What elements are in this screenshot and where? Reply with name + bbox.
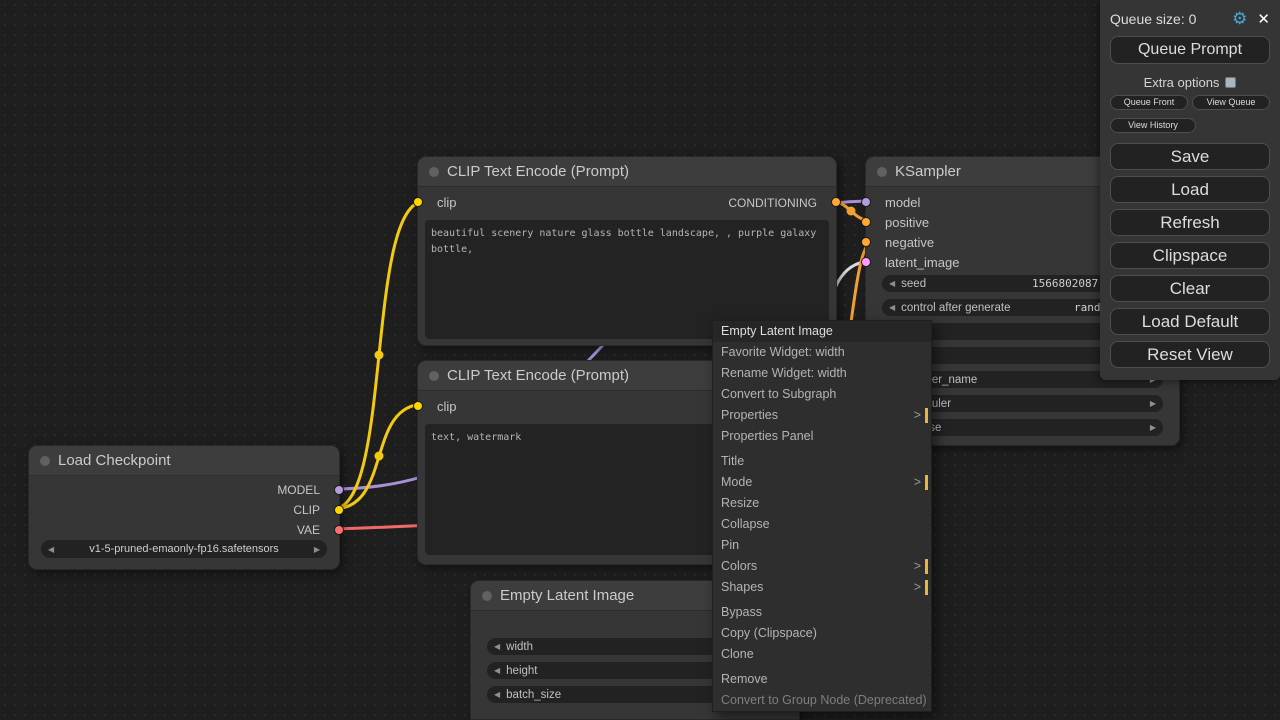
submenu-chevron-icon: > <box>914 577 921 598</box>
graph-canvas[interactable]: CLIP Text Encode (Prompt) clip CONDITION… <box>0 0 1280 720</box>
view-history-button[interactable]: View History <box>1110 118 1196 133</box>
input-label: clip <box>437 399 457 414</box>
context-menu-item-convert-to-subgraph[interactable]: Convert to Subgraph <box>713 384 931 405</box>
output-label: VAE <box>297 523 320 537</box>
node-title: Empty Latent Image <box>500 587 634 604</box>
output-slot-vae[interactable] <box>334 525 344 535</box>
context-menu-header: Empty Latent Image <box>713 321 931 342</box>
collapse-dot-icon[interactable] <box>429 371 439 381</box>
input-slot-clip[interactable] <box>413 197 423 207</box>
input-slot-positive[interactable] <box>861 217 871 227</box>
combo-right-arrow-icon[interactable]: ▶ <box>314 541 320 558</box>
decrement-arrow-icon[interactable]: ◀ <box>889 299 895 316</box>
widget-label: height <box>506 665 537 677</box>
node-title: Load Checkpoint <box>58 452 171 469</box>
reset-view-button[interactable]: Reset View <box>1110 341 1270 368</box>
submenu-chevron-icon: > <box>914 556 921 577</box>
settings-gear-icon[interactable]: ⚙ <box>1232 9 1247 29</box>
input-slot-model[interactable] <box>861 197 871 207</box>
link-midpoint-dot <box>375 351 384 360</box>
context-menu-item-remove[interactable]: Remove <box>713 669 931 690</box>
output-label: CONDITIONING <box>728 196 817 210</box>
input-label: model <box>885 195 920 210</box>
node-title: KSampler <box>895 163 961 180</box>
context-menu-item-colors[interactable]: Colors > <box>713 556 931 577</box>
decrement-arrow-icon[interactable]: ◀ <box>889 275 895 292</box>
refresh-button[interactable]: Refresh <box>1110 209 1270 236</box>
clipspace-button[interactable]: Clipspace <box>1110 242 1270 269</box>
context-menu-item-clone[interactable]: Clone <box>713 644 931 665</box>
decrement-arrow-icon[interactable]: ◀ <box>494 662 500 679</box>
widget-label: control after generate <box>901 302 1010 314</box>
context-menu-item-convert-to-group-node[interactable]: Convert to Group Node (Deprecated) <box>713 690 931 711</box>
node-title: CLIP Text Encode (Prompt) <box>447 367 629 384</box>
queue-panel: Queue size: 0 ⚙ ✕ Queue Prompt Extra opt… <box>1100 0 1280 380</box>
output-slot-conditioning[interactable] <box>831 197 841 207</box>
input-slot-clip[interactable] <box>413 401 423 411</box>
node-load-checkpoint[interactable]: Load Checkpoint MODEL CLIP VAE ◀ v1-5-pr… <box>28 445 340 570</box>
collapse-dot-icon[interactable] <box>482 591 492 601</box>
link-midpoint-dot <box>847 207 856 216</box>
widget-label: width <box>506 641 533 653</box>
increment-arrow-icon[interactable]: ▶ <box>1150 419 1156 436</box>
widget-label: batch_size <box>506 689 561 701</box>
node-title-bar[interactable]: Load Checkpoint <box>29 446 339 476</box>
load-default-button[interactable]: Load Default <box>1110 308 1270 335</box>
context-menu-item-properties[interactable]: Properties > <box>713 405 931 426</box>
extra-options-checkbox[interactable] <box>1225 77 1236 88</box>
menu-item-label: Colors <box>721 559 757 573</box>
menu-item-label: Shapes <box>721 580 763 594</box>
output-label: MODEL <box>277 483 320 497</box>
increment-arrow-icon[interactable]: ▶ <box>1150 395 1156 412</box>
decrement-arrow-icon[interactable]: ◀ <box>494 686 500 703</box>
context-menu-item-copy-clipspace[interactable]: Copy (Clipspace) <box>713 623 931 644</box>
output-label: CLIP <box>293 503 320 517</box>
context-menu-item-shapes[interactable]: Shapes > <box>713 577 931 598</box>
collapse-dot-icon[interactable] <box>429 167 439 177</box>
link-midpoint-dot <box>375 452 384 461</box>
collapse-dot-icon[interactable] <box>40 456 50 466</box>
context-menu-item-favorite-widget[interactable]: Favorite Widget: width <box>713 342 931 363</box>
context-menu-item-properties-panel[interactable]: Properties Panel <box>713 426 931 447</box>
context-menu-item-bypass[interactable]: Bypass <box>713 602 931 623</box>
widget-value: 1566802087 <box>1032 277 1098 290</box>
node-title: CLIP Text Encode (Prompt) <box>447 163 629 180</box>
input-label: negative <box>885 235 934 250</box>
node-title-bar[interactable]: CLIP Text Encode (Prompt) <box>418 157 836 187</box>
close-icon[interactable]: ✕ <box>1257 10 1270 28</box>
output-slot-clip[interactable] <box>334 505 344 515</box>
queue-size-label: Queue size: 0 <box>1110 11 1232 27</box>
context-menu-item-collapse[interactable]: Collapse <box>713 514 931 535</box>
decrement-arrow-icon[interactable]: ◀ <box>494 638 500 655</box>
queue-front-button[interactable]: Queue Front <box>1110 95 1188 110</box>
context-menu-item-title[interactable]: Title <box>713 451 931 472</box>
node-clip-text-encode-positive[interactable]: CLIP Text Encode (Prompt) clip CONDITION… <box>417 156 837 346</box>
widget-label: seed <box>901 278 926 290</box>
extra-options-label: Extra options <box>1144 75 1220 90</box>
context-menu-item-resize[interactable]: Resize <box>713 493 931 514</box>
input-slot-negative[interactable] <box>861 237 871 247</box>
output-slot-model[interactable] <box>334 485 344 495</box>
input-slot-latent-image[interactable] <box>861 257 871 267</box>
input-label: clip <box>437 195 457 210</box>
view-queue-button[interactable]: View Queue <box>1192 95 1270 110</box>
widget-value: v1-5-pruned-emaonly-fp16.safetensors <box>54 543 314 555</box>
queue-prompt-button[interactable]: Queue Prompt <box>1110 36 1270 64</box>
context-menu-item-rename-widget[interactable]: Rename Widget: width <box>713 363 931 384</box>
input-label: positive <box>885 215 929 230</box>
input-label: latent_image <box>885 255 959 270</box>
submenu-chevron-icon: > <box>914 472 921 493</box>
menu-item-label: Properties <box>721 408 778 422</box>
clear-button[interactable]: Clear <box>1110 275 1270 302</box>
save-button[interactable]: Save <box>1110 143 1270 170</box>
collapse-dot-icon[interactable] <box>877 167 887 177</box>
submenu-chevron-icon: > <box>914 405 921 426</box>
context-menu-item-pin[interactable]: Pin <box>713 535 931 556</box>
menu-item-label: Mode <box>721 475 752 489</box>
widget-ckpt-name[interactable]: ◀ v1-5-pruned-emaonly-fp16.safetensors ▶ <box>41 540 327 558</box>
context-menu: Empty Latent Image Favorite Widget: widt… <box>712 320 932 712</box>
context-menu-item-mode[interactable]: Mode > <box>713 472 931 493</box>
load-button[interactable]: Load <box>1110 176 1270 203</box>
